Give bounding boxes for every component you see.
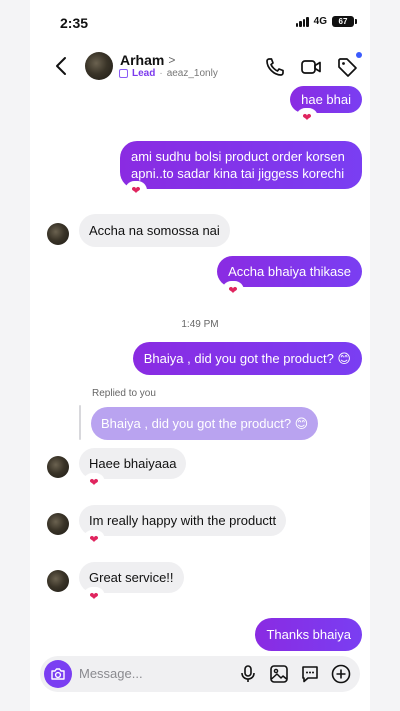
- status-indicators: 4G 67: [295, 16, 357, 27]
- heart-reaction-icon[interactable]: ❤: [84, 588, 104, 605]
- heart-reaction-icon[interactable]: ❤: [126, 182, 146, 199]
- plus-icon[interactable]: [330, 663, 352, 685]
- message-text: Thanks bhaiya: [266, 627, 351, 642]
- contact-handle: aeaz_1only: [166, 68, 218, 79]
- reaction-glyph: ❤: [89, 591, 99, 603]
- heart-reaction-icon[interactable]: ❤: [297, 109, 317, 126]
- message-text: Accha na somossa nai: [89, 223, 220, 238]
- avatar[interactable]: [47, 570, 69, 592]
- chevron-right-icon: >: [168, 53, 176, 67]
- message-text: hae bhai: [301, 92, 351, 107]
- message-composer: Message...: [40, 656, 360, 692]
- heart-reaction-icon[interactable]: ❤: [84, 531, 104, 548]
- reaction-glyph: ❤: [228, 285, 238, 297]
- reaction-glyph: ❤: [89, 477, 99, 489]
- composer-actions: [237, 663, 352, 685]
- reaction-glyph: ❤: [131, 185, 141, 197]
- message-outgoing[interactable]: Bhaiya , did you got the product? 😊: [132, 342, 362, 375]
- chat-header: Arham > Lead · aeaz_1only: [30, 44, 370, 88]
- message-text-line: ami sudhu bolsi product order korsen: [131, 149, 345, 164]
- reaction-glyph: ❤: [302, 112, 312, 124]
- avatar[interactable]: [47, 456, 69, 478]
- contact-subtitle: Lead · aeaz_1only: [119, 68, 218, 79]
- signal-icon: [295, 16, 309, 27]
- tag-icon[interactable]: [336, 52, 362, 78]
- separator-dot: ·: [159, 68, 163, 79]
- avatar[interactable]: [85, 52, 113, 80]
- message-text: Im really happy with the productt: [89, 513, 277, 528]
- heart-reaction-icon[interactable]: ❤: [84, 474, 104, 491]
- notification-dot: [356, 52, 362, 58]
- avatar[interactable]: [47, 223, 69, 245]
- avatar[interactable]: [47, 513, 69, 535]
- network-type: 4G: [313, 16, 327, 27]
- video-icon[interactable]: [300, 56, 322, 78]
- camera-icon[interactable]: [44, 660, 72, 688]
- quoted-text: Bhaiya , did you got the product? 😊: [101, 416, 309, 431]
- quoted-message[interactable]: Bhaiya , did you got the product? 😊: [91, 407, 319, 440]
- battery-icon: 67: [332, 16, 357, 27]
- reaction-glyph: ❤: [89, 534, 99, 546]
- back-arrow-icon[interactable]: [52, 54, 72, 78]
- gallery-icon[interactable]: [268, 663, 290, 685]
- message-outgoing[interactable]: Thanks bhaiya: [255, 618, 362, 651]
- message-text: Haee bhaiyaaa: [89, 456, 177, 471]
- message-input[interactable]: Message...: [79, 666, 143, 681]
- contact-name[interactable]: Arham: [120, 52, 164, 68]
- message-text: Bhaiya , did you got the product? 😊: [143, 351, 351, 366]
- reply-bar: [79, 405, 81, 440]
- replied-label: Replied to you: [92, 388, 156, 399]
- header-actions: [264, 52, 362, 78]
- sticker-icon[interactable]: [299, 663, 321, 685]
- battery-level: 67: [338, 17, 348, 26]
- message-incoming[interactable]: Im really happy with the productt: [79, 505, 287, 536]
- message-timestamp: 1:49 PM: [181, 319, 219, 330]
- status-bar: 2:35 4G 67: [30, 0, 370, 44]
- chat-screen: 2:35 4G 67 Arham > Lead · aeaz_1only hae…: [30, 0, 370, 711]
- microphone-icon[interactable]: [237, 663, 259, 685]
- message-text: Accha bhaiya thikase: [228, 264, 351, 279]
- status-time: 2:35: [60, 15, 89, 31]
- contact-name-row[interactable]: Arham >: [120, 52, 175, 68]
- heart-reaction-icon[interactable]: ❤: [223, 282, 243, 299]
- message-text-line: apni..to sadar kina tai jiggess korechi: [131, 166, 345, 181]
- message-text: Great service!!: [89, 570, 174, 585]
- lead-icon: [119, 69, 128, 78]
- message-incoming[interactable]: Accha na somossa nai: [79, 214, 230, 247]
- lead-label: Lead: [132, 68, 156, 79]
- phone-icon[interactable]: [264, 56, 286, 78]
- message-outgoing[interactable]: ami sudhu bolsi product order korsen apn…: [120, 141, 362, 189]
